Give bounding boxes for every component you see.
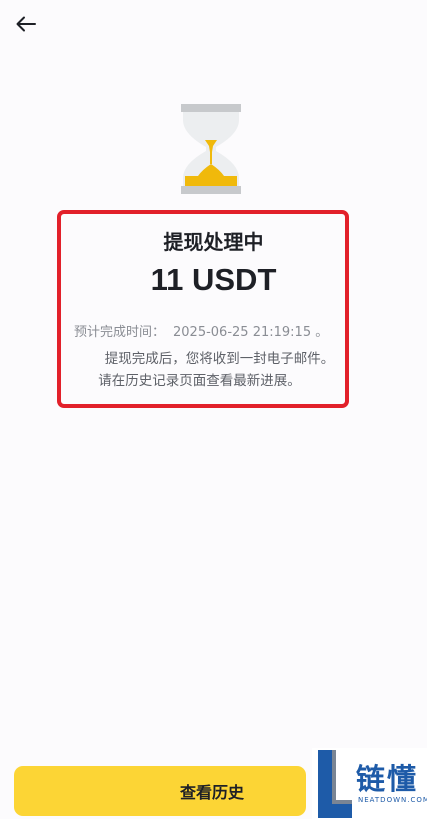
hourglass-icon: [181, 104, 241, 194]
watermark: 链懂 NEATDOWN.COM: [312, 748, 427, 819]
email-notice-text: 提现完成后，您将收到一封电子邮件。: [104, 351, 335, 367]
withdrawal-processing-screen: 提现处理中 11 USDT 预计完成时间： 2025-06-25 21:19:15…: [0, 0, 427, 819]
back-button[interactable]: [12, 10, 40, 38]
eta-label: 预计完成时间：: [74, 325, 166, 340]
watermark-name: 链懂: [356, 762, 419, 796]
history-notice-text: 请在历史记录页面查看最新进展。: [98, 373, 301, 389]
withdrawal-amount: 11 USDT: [150, 262, 277, 297]
status-title: 提现处理中: [163, 230, 264, 254]
watermark-domain: NEATDOWN.COM: [358, 796, 427, 804]
arrow-left-icon: [16, 16, 36, 32]
watermark-logo-icon: [318, 750, 352, 818]
view-history-button[interactable]: 查看历史: [14, 766, 306, 816]
eta-row: 预计完成时间： 2025-06-25 21:19:15 。: [74, 321, 328, 340]
eta-value: 2025-06-25 21:19:15 。: [173, 325, 329, 340]
